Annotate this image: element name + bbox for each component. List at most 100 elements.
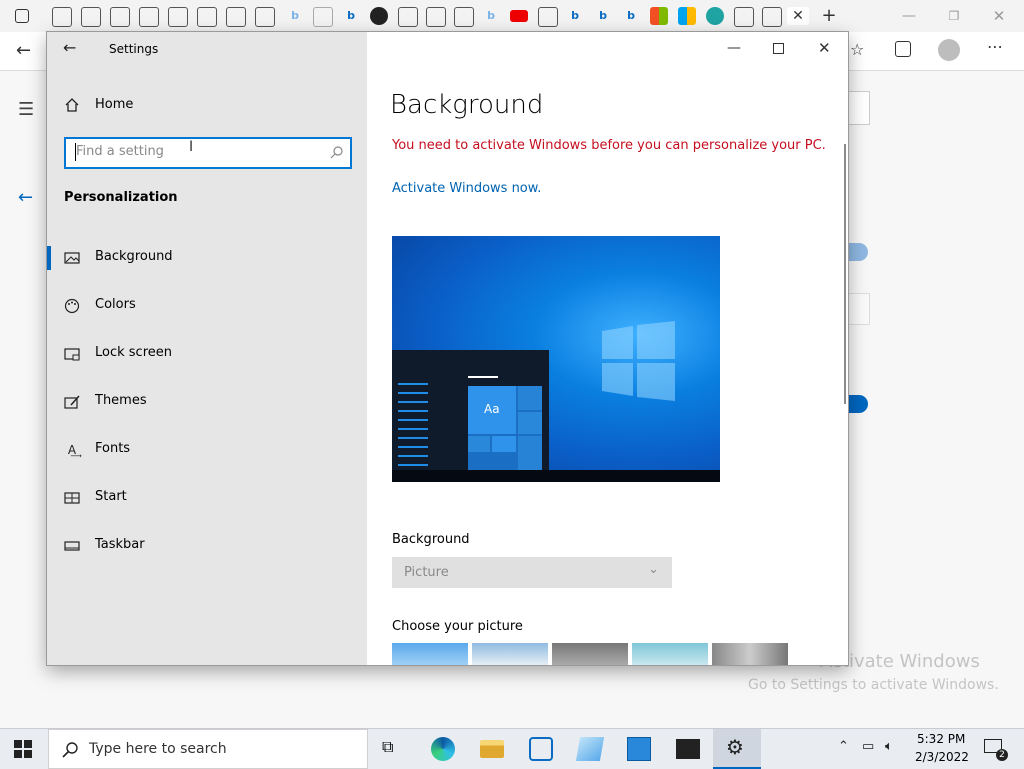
nav-label: Fonts bbox=[95, 441, 131, 456]
browser-tab-icon[interactable] bbox=[197, 7, 217, 27]
app-icon[interactable] bbox=[529, 737, 553, 761]
bing-icon[interactable]: b bbox=[566, 7, 584, 25]
search-icon bbox=[330, 146, 343, 159]
text-cursor-icon: I bbox=[189, 139, 194, 155]
browser-tab-icon[interactable] bbox=[426, 7, 446, 27]
picture-thumbnail[interactable] bbox=[472, 643, 548, 665]
notification-badge: 2 bbox=[996, 749, 1008, 761]
preview-tile bbox=[518, 436, 542, 470]
minimize-icon[interactable]: — bbox=[727, 40, 741, 56]
browser-tab-icon[interactable] bbox=[762, 7, 782, 27]
nav-themes[interactable]: Themes bbox=[47, 378, 367, 426]
back-icon[interactable]: ← bbox=[63, 38, 76, 57]
nav-taskbar[interactable]: Taskbar bbox=[47, 522, 367, 570]
favorites-icon[interactable]: ☆ bbox=[850, 40, 864, 59]
browser-tab-icon[interactable] bbox=[255, 7, 275, 27]
browser-tab-icon[interactable] bbox=[454, 7, 474, 27]
nav-home[interactable]: Home bbox=[47, 82, 367, 130]
github-icon[interactable] bbox=[370, 7, 388, 25]
clock-time[interactable]: 5:32 PM bbox=[917, 732, 965, 746]
browser-tab-icon[interactable] bbox=[538, 7, 558, 27]
page-title: Background bbox=[390, 90, 544, 120]
activate-windows-link[interactable]: Activate Windows now. bbox=[392, 181, 541, 196]
preview-tiles: Aa bbox=[468, 386, 542, 470]
settings-taskbar-button[interactable]: ⚙ bbox=[713, 729, 761, 769]
nav-label: Themes bbox=[95, 393, 147, 408]
home-icon bbox=[65, 98, 79, 112]
activation-warning: You need to activate Windows before you … bbox=[392, 138, 826, 153]
youtube-icon[interactable] bbox=[510, 10, 528, 22]
scrollbar[interactable] bbox=[844, 144, 846, 404]
search-placeholder: Find a setting bbox=[76, 144, 164, 159]
more-icon[interactable]: ⋯ bbox=[987, 37, 1003, 56]
browser-tab-icon[interactable] bbox=[110, 7, 130, 27]
nav-home-label: Home bbox=[95, 97, 134, 112]
clock-date[interactable]: 2/3/2022 bbox=[915, 750, 969, 764]
task-view-icon[interactable]: ⧉ bbox=[382, 737, 406, 761]
nav-label: Background bbox=[95, 249, 173, 264]
start-button[interactable] bbox=[14, 740, 32, 758]
nav-lock-screen[interactable]: Lock screen bbox=[47, 330, 367, 378]
app-icon[interactable] bbox=[575, 737, 605, 761]
browser-tab-icon[interactable] bbox=[226, 7, 246, 27]
selection-indicator bbox=[47, 246, 51, 270]
close-icon[interactable]: ✕ bbox=[818, 39, 831, 57]
start-icon bbox=[64, 492, 80, 504]
back-arrow-icon[interactable]: ← bbox=[18, 187, 33, 208]
minimize-icon[interactable]: — bbox=[900, 7, 918, 25]
settings-search-input[interactable]: Find a setting bbox=[64, 137, 352, 169]
chevron-down-icon: ⌄ bbox=[648, 562, 659, 577]
nav-start[interactable]: Start bbox=[47, 474, 367, 522]
volume-icon[interactable]: 🔈︎ bbox=[885, 739, 893, 754]
close-tab-icon[interactable]: ✕ bbox=[787, 7, 809, 25]
browser-tab-icon[interactable] bbox=[81, 7, 101, 27]
preview-tile bbox=[518, 386, 542, 410]
picture-thumbnail[interactable] bbox=[552, 643, 628, 665]
taskbar-search-placeholder: Type here to search bbox=[89, 741, 227, 757]
watermark-subtitle: Go to Settings to activate Windows. bbox=[748, 677, 999, 693]
browser-tab-icon[interactable] bbox=[139, 7, 159, 27]
new-tab-icon[interactable]: + bbox=[820, 7, 838, 25]
edge-icon[interactable] bbox=[706, 7, 724, 25]
maximize-icon[interactable] bbox=[773, 43, 784, 54]
taskbar-search-box[interactable]: Type here to search bbox=[48, 729, 368, 769]
window-title: Settings bbox=[109, 42, 159, 56]
terminal-icon[interactable] bbox=[676, 739, 700, 759]
profile-avatar[interactable] bbox=[938, 39, 960, 61]
back-icon[interactable]: ← bbox=[16, 40, 31, 61]
browser-tab-icon[interactable] bbox=[168, 7, 188, 27]
chevron-up-icon[interactable]: ⌃ bbox=[838, 739, 849, 754]
picture-thumbnail[interactable] bbox=[632, 643, 708, 665]
microsoft-icon[interactable] bbox=[650, 7, 668, 25]
background-type-label: Background bbox=[392, 532, 470, 547]
nav-label: Start bbox=[95, 489, 127, 504]
tab-actions-icon[interactable] bbox=[15, 9, 29, 23]
nav-colors[interactable]: Colors bbox=[47, 282, 367, 330]
close-icon[interactable]: ✕ bbox=[990, 7, 1008, 25]
section-heading: Personalization bbox=[64, 190, 178, 205]
picture-thumbnail[interactable] bbox=[392, 643, 468, 665]
nav-background[interactable]: Background bbox=[47, 234, 367, 282]
background-type-dropdown[interactable]: Picture ⌄ bbox=[392, 557, 672, 588]
bing-icon[interactable]: b bbox=[286, 7, 304, 25]
collections-icon[interactable] bbox=[895, 41, 911, 57]
bing-icon[interactable]: b bbox=[622, 7, 640, 25]
bing-icon[interactable]: b bbox=[482, 7, 500, 25]
restore-icon[interactable]: ❐ bbox=[945, 7, 963, 25]
microsoft-icon[interactable] bbox=[678, 7, 696, 25]
settings-content: — ✕ Background You need to activate Wind… bbox=[367, 32, 848, 665]
browser-tab-icon[interactable] bbox=[398, 7, 418, 27]
picture-thumbnail[interactable] bbox=[712, 643, 788, 665]
edge-icon[interactable] bbox=[431, 737, 455, 761]
nav-fonts[interactable]: A͢ Fonts bbox=[47, 426, 367, 474]
menu-icon[interactable]: ☰ bbox=[18, 99, 34, 120]
file-explorer-icon[interactable] bbox=[480, 740, 504, 758]
browser-tab-icon[interactable] bbox=[52, 7, 72, 27]
bing-icon[interactable]: b bbox=[342, 7, 360, 25]
browser-tab-icon[interactable] bbox=[734, 7, 754, 27]
lock-screen-icon bbox=[64, 348, 80, 361]
bing-icon[interactable]: b bbox=[594, 7, 612, 25]
network-icon[interactable]: ▭ bbox=[862, 739, 874, 754]
app-icon[interactable] bbox=[627, 737, 651, 761]
browser-tab-icon[interactable] bbox=[313, 7, 333, 27]
